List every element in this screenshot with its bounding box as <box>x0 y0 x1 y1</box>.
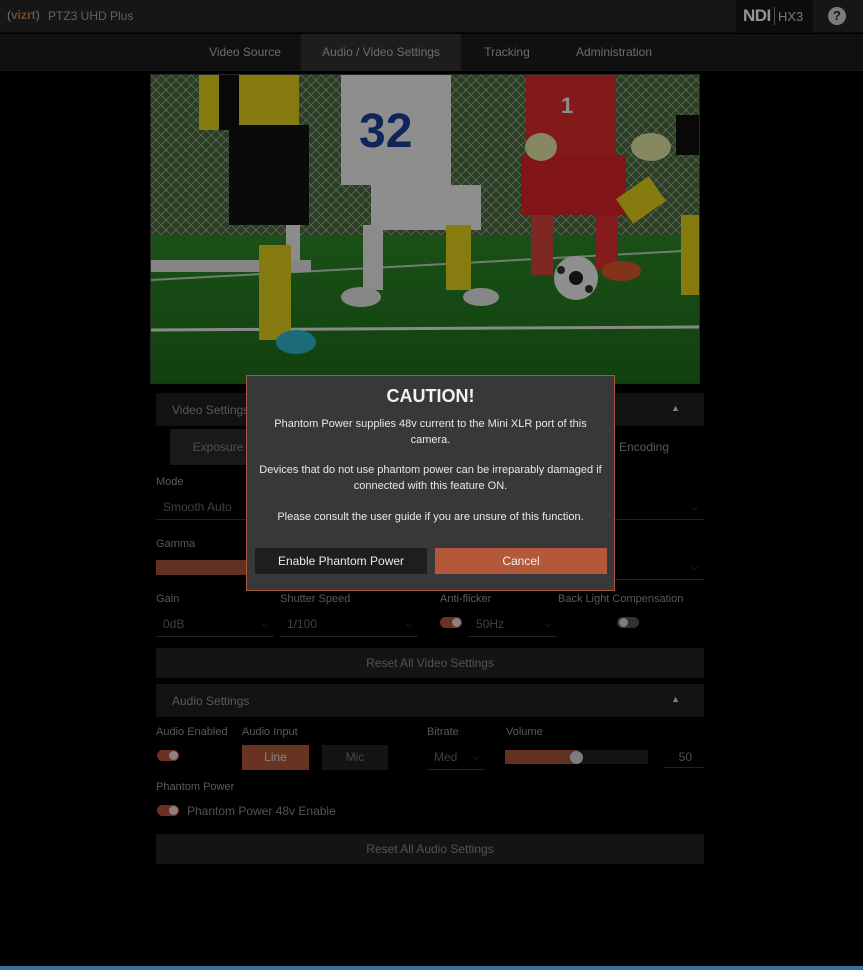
window-bottom-border <box>0 966 863 970</box>
dialog-text-line1: Phantom Power supplies 48v current to th… <box>274 418 587 446</box>
dialog-text-line3: Please consult the user guide if you are… <box>277 511 584 523</box>
caution-dialog: CAUTION! Phantom Power supplies 48v curr… <box>246 375 615 591</box>
cancel-button[interactable]: Cancel <box>435 548 607 574</box>
enable-phantom-power-button[interactable]: Enable Phantom Power <box>255 548 427 574</box>
dialog-title: CAUTION! <box>386 386 475 406</box>
dialog-text-line2: Devices that do not use phantom power ca… <box>259 464 602 492</box>
